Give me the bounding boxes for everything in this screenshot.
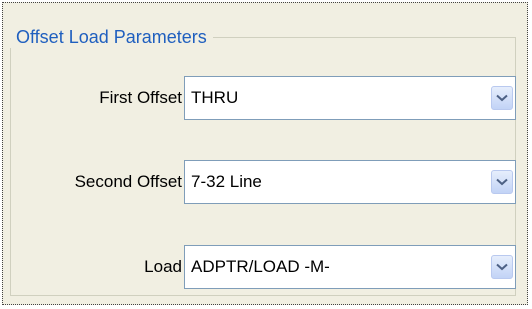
- second-offset-dropdown-button[interactable]: [491, 170, 513, 194]
- first-offset-value: THRU: [191, 88, 239, 107]
- first-offset-row: First Offset THRU: [10, 76, 516, 120]
- group-header: Offset Load Parameters: [10, 22, 516, 52]
- first-offset-label: First Offset: [99, 88, 182, 107]
- second-offset-combobox[interactable]: 7-32 Line: [184, 160, 516, 204]
- second-offset-value: 7-32 Line: [191, 172, 262, 191]
- chevron-down-icon: [496, 94, 508, 102]
- chevron-down-icon: [496, 178, 508, 186]
- first-offset-combobox[interactable]: THRU: [184, 76, 516, 120]
- group-divider: [212, 36, 516, 38]
- load-value: ADPTR/LOAD -M-: [191, 257, 330, 276]
- load-dropdown-button[interactable]: [491, 255, 513, 279]
- first-offset-dropdown-button[interactable]: [491, 86, 513, 110]
- load-row: Load ADPTR/LOAD -M-: [10, 245, 516, 289]
- second-offset-row: Second Offset 7-32 Line: [10, 160, 516, 204]
- load-label: Load: [144, 257, 182, 276]
- chevron-down-icon: [496, 263, 508, 271]
- load-combobox[interactable]: ADPTR/LOAD -M-: [184, 245, 516, 289]
- group-title: Offset Load Parameters: [10, 26, 213, 48]
- second-offset-label: Second Offset: [74, 172, 182, 191]
